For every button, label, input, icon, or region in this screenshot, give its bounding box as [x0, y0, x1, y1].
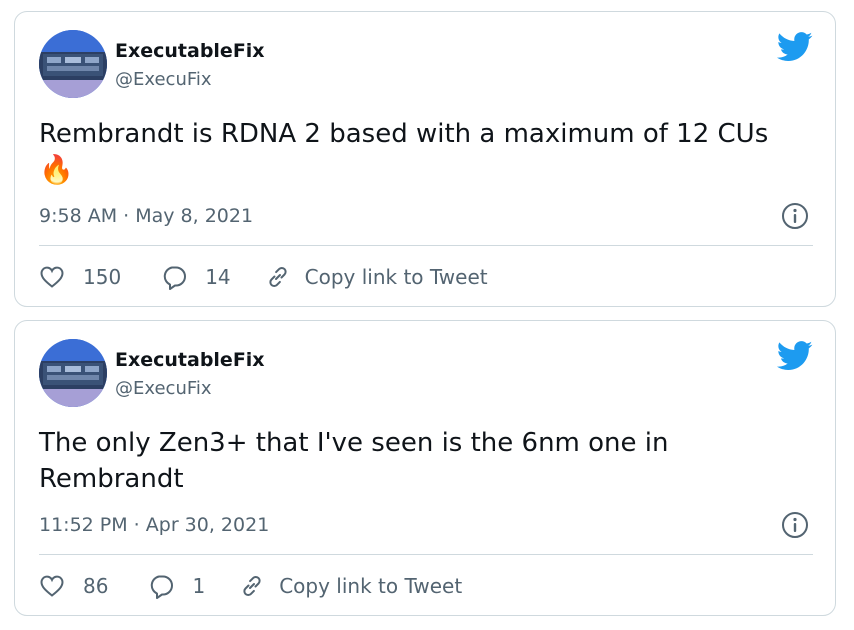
like-count: 86	[83, 574, 109, 598]
tweet-body: Rembrandt is RDNA 2 based with a maximum…	[39, 119, 769, 149]
copy-link-button[interactable]: Copy link to Tweet	[265, 264, 488, 290]
author-handle[interactable]: @ExecuFix	[115, 378, 212, 399]
fire-emoji: 🔥	[39, 153, 74, 186]
divider	[39, 245, 813, 246]
copy-link-button[interactable]: Copy link to Tweet	[239, 573, 462, 599]
like-button[interactable]: 150	[39, 264, 121, 290]
copy-link-label: Copy link to Tweet	[279, 574, 463, 598]
tweet-card[interactable]: ExecutableFix @ExecuFix Rembrandt is RDN…	[14, 11, 836, 307]
reply-icon	[151, 575, 174, 599]
timestamp[interactable]: 11:52 PM · Apr 30, 2021	[39, 514, 269, 536]
reply-count: 14	[205, 265, 231, 289]
info-icon[interactable]	[781, 511, 809, 539]
avatar[interactable]	[39, 339, 107, 407]
reply-count: 1	[192, 574, 206, 598]
author-handle[interactable]: @ExecuFix	[115, 69, 212, 90]
timestamp[interactable]: 9:58 AM · May 8, 2021	[39, 205, 253, 227]
action-bar: 150 14 Copy link to Tweet	[39, 260, 488, 294]
info-icon[interactable]	[781, 202, 809, 230]
reply-icon	[164, 266, 187, 290]
tweet-body: The only Zen3+ that I've seen is the 6nm…	[39, 428, 669, 494]
tweet-text: The only Zen3+ that I've seen is the 6nm…	[39, 425, 809, 497]
heart-icon	[40, 266, 64, 288]
copy-link-label: Copy link to Tweet	[304, 265, 488, 289]
twitter-bird-icon[interactable]	[777, 341, 813, 371]
reply-button[interactable]: 1	[148, 573, 205, 599]
twitter-bird-icon[interactable]	[777, 32, 813, 62]
author-name[interactable]: ExecutableFix	[115, 349, 265, 371]
link-icon	[243, 576, 261, 596]
author-name[interactable]: ExecutableFix	[115, 40, 265, 62]
link-icon	[269, 267, 287, 287]
like-button[interactable]: 86	[39, 573, 108, 599]
heart-icon	[40, 575, 64, 597]
tweet-card[interactable]: ExecutableFix @ExecuFix The only Zen3+ t…	[14, 320, 836, 616]
tweet-text: Rembrandt is RDNA 2 based with a maximum…	[39, 116, 809, 188]
reply-button[interactable]: 14	[161, 264, 231, 290]
action-bar: 86 1 Copy link to Tweet	[39, 569, 462, 603]
avatar[interactable]	[39, 30, 107, 98]
like-count: 150	[83, 265, 122, 289]
divider	[39, 554, 813, 555]
